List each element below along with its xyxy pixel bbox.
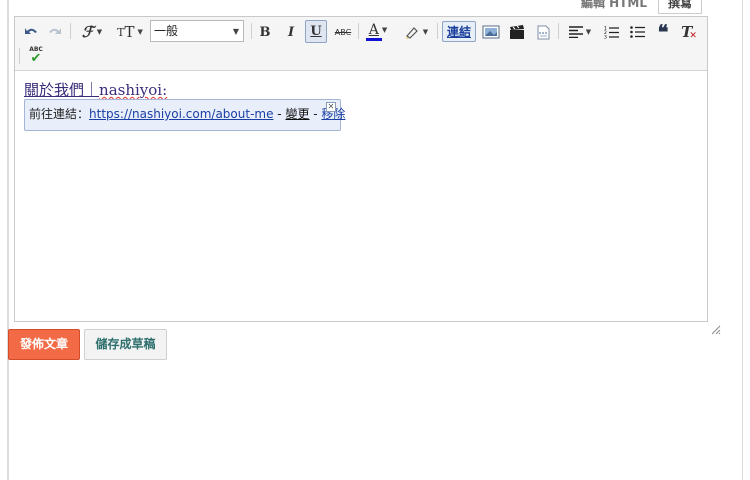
toolbar-separator: [70, 23, 71, 39]
highlight-pen-icon[interactable]: ▼: [399, 21, 433, 43]
toolbar-separator: [437, 23, 438, 39]
image-icon[interactable]: [480, 21, 502, 43]
editor-content[interactable]: 關於我們｜nashiyoi:: [24, 79, 167, 100]
link-button[interactable]: 連結: [442, 21, 476, 42]
tab-compose[interactable]: 撰寫: [658, 0, 702, 14]
left-border: [7, 0, 9, 480]
format-select-value: 一般: [154, 24, 179, 38]
quote-icon[interactable]: ❝: [653, 21, 673, 43]
underline-button[interactable]: U: [305, 20, 327, 43]
right-border: [742, 0, 743, 480]
misspelled-text: nashiyoi:: [99, 81, 168, 99]
text-color-label: A: [368, 21, 379, 38]
bulleted-list-icon[interactable]: [627, 21, 647, 43]
font-size-icon[interactable]: T T ▼: [113, 21, 147, 43]
editor-frame: ℱ ▼ T T ▼ 一般 ▼ B I U ABC A ▼ ▼ 連結 ▼ 1 2 …: [14, 16, 721, 335]
editor-toolbar: ℱ ▼ T T ▼ 一般 ▼ B I U ABC A ▼ ▼ 連結 ▼ 1 2 …: [15, 17, 707, 71]
publish-button[interactable]: 發佈文章: [8, 329, 80, 360]
font-family-icon[interactable]: ℱ ▼: [76, 21, 108, 43]
link-url[interactable]: https://nashiyoi.com/about-me: [89, 107, 273, 121]
tab-edit-html[interactable]: 編輯 HTML: [572, 0, 656, 14]
toolbar-separator: [358, 23, 359, 39]
video-icon[interactable]: [506, 21, 528, 43]
link-separator: -: [309, 107, 322, 121]
undo-icon[interactable]: [21, 21, 41, 43]
close-icon[interactable]: ✕: [326, 102, 336, 112]
toolbar-separator: [558, 23, 559, 39]
clear-format-icon[interactable]: T ✕: [679, 21, 699, 43]
redo-icon[interactable]: [45, 21, 65, 43]
toolbar-separator: [19, 48, 20, 64]
link-separator: -: [273, 107, 286, 121]
toolbar-separator: [251, 23, 252, 39]
link-bubble-prefix: 前往連結：: [29, 107, 90, 121]
text-color-swatch: [366, 37, 382, 41]
save-draft-button[interactable]: 儲存成草稿: [84, 329, 167, 360]
resize-grip-icon[interactable]: [709, 323, 721, 335]
strikethrough-button[interactable]: ABC: [332, 21, 354, 43]
linked-text[interactable]: 關於我們: [24, 81, 84, 99]
check-icon: ✔: [30, 51, 42, 66]
separator-text: ｜: [84, 81, 100, 99]
bold-button[interactable]: B: [255, 21, 275, 43]
align-icon[interactable]: ▼: [563, 21, 597, 43]
chevron-down-icon: ▼: [232, 27, 239, 36]
spellcheck-button[interactable]: ABC ✔: [25, 45, 47, 67]
link-bubble: 前往連結：https://nashiyoi.com/about-me - 變更 …: [24, 99, 345, 131]
change-link[interactable]: 變更: [285, 107, 309, 121]
svg-text:3: 3: [604, 35, 607, 40]
jump-break-icon[interactable]: [532, 21, 554, 43]
paragraph-format-select[interactable]: 一般 ▼: [150, 20, 244, 42]
italic-button[interactable]: I: [281, 21, 301, 43]
numbered-list-icon[interactable]: 123: [601, 21, 621, 43]
text-color-button[interactable]: A ▼: [363, 20, 393, 42]
